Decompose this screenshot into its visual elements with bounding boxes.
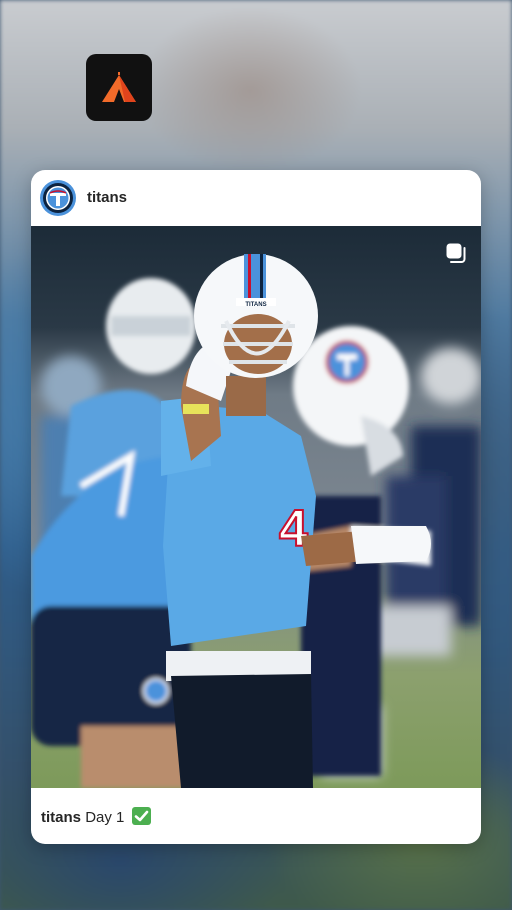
carousel-icon [446,243,466,263]
post-caption: titans Day 1 [41,807,151,826]
app-icon[interactable] [86,54,152,121]
tent-icon [102,71,136,102]
caption-text: Day 1 [85,809,125,826]
check-mark-emoji-icon [131,807,151,825]
shared-post-card[interactable]: titans 4 TITANS titans Day 1 [31,170,481,844]
post-photo[interactable]: 4 TITANS [31,226,481,788]
caption-username[interactable]: titans [41,809,81,826]
post-username[interactable]: titans [87,189,127,206]
svg-text:TITANS: TITANS [245,302,266,308]
post-header: titans [31,170,481,226]
titans-logo-icon[interactable] [40,180,76,216]
football-practice-image: 4 TITANS [31,226,481,788]
